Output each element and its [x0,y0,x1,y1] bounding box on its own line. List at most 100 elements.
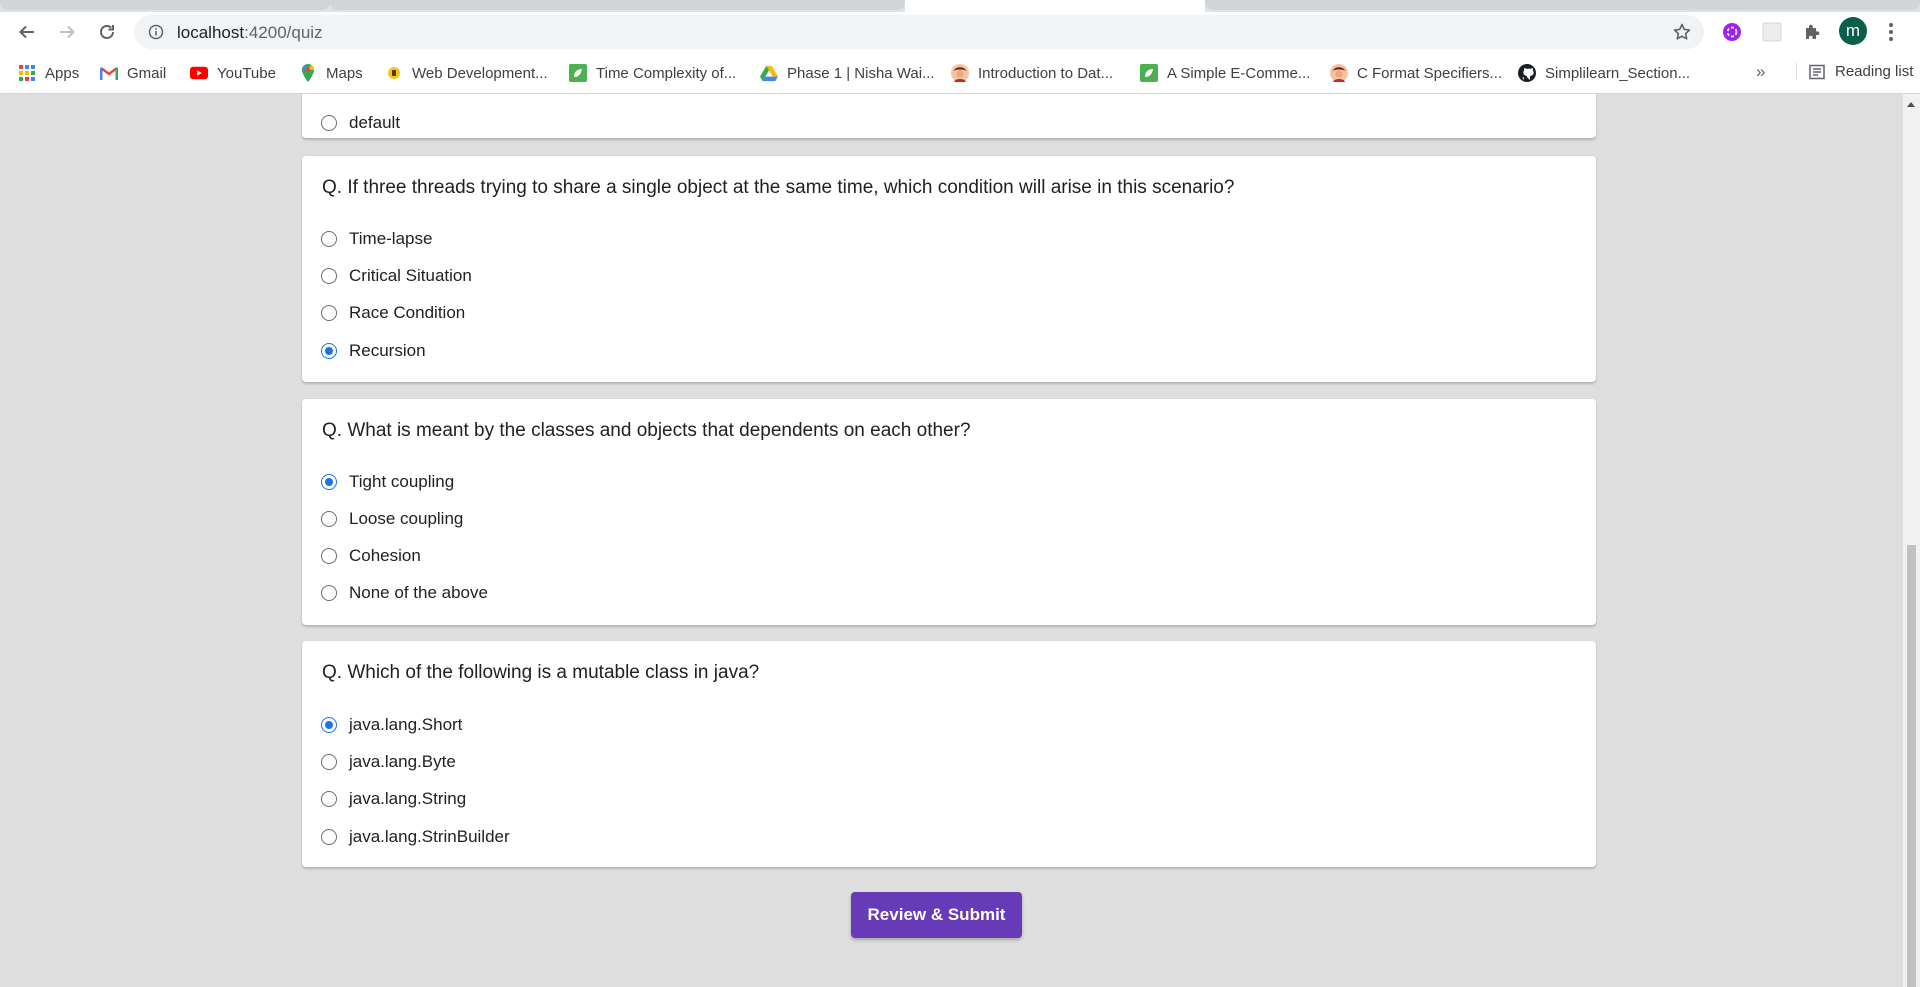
option-label: java.lang.StrinBuilder [349,827,510,846]
answer-option[interactable]: java.lang.Byte [321,750,456,774]
avatar-favicon-icon [951,64,969,82]
bookmark-phase-1[interactable]: Phase 1 | Nisha Wai... [760,63,935,83]
tab-left[interactable] [0,0,330,10]
tab-active[interactable] [905,0,1205,12]
bookmark-label: Phase 1 | Nisha Wai... [787,64,935,82]
question-card: Q. If three threads trying to share a si… [302,156,1596,382]
answer-option[interactable]: Time-lapse [321,227,432,251]
avatar-favicon-icon [1330,64,1348,82]
reading-list-label: Reading list [1835,63,1914,80]
answer-option[interactable]: java.lang.StrinBuilder [321,825,510,849]
question-card: Q. Which of the following is a mutable c… [302,641,1596,867]
question-card: Q. What is meant by the classes and obje… [302,399,1596,625]
forward-button[interactable] [51,16,83,48]
url-path: :4200/quiz [244,23,323,42]
answer-option[interactable]: Loose coupling [321,507,463,531]
extension-purple[interactable] [1720,20,1744,44]
url-text[interactable]: localhost:4200/quiz [177,23,323,43]
radio-button-selected[interactable] [321,343,337,359]
address-bar[interactable]: localhost:4200/quiz [134,15,1704,49]
bookmark-youtube[interactable]: YouTube [190,63,276,83]
leaf-icon [569,64,587,82]
option-label: Critical Situation [349,266,472,285]
reload-icon [100,25,114,39]
option-label: None of the above [349,583,488,602]
bookmark-introduction[interactable]: Introduction to Dat... [951,63,1113,83]
leaf-icon [1140,64,1158,82]
tab-strip [0,0,1920,12]
radio-button[interactable] [321,511,337,527]
answer-option[interactable]: None of the above [321,581,488,605]
profile-avatar[interactable]: m [1839,17,1867,45]
bookmark-time-complexity[interactable]: Time Complexity of... [569,63,736,83]
answer-option[interactable]: java.lang.String [321,787,466,811]
bookmark-web-development[interactable]: Web Development... [385,63,548,83]
github-icon [1518,64,1536,82]
bookmark-apps[interactable]: Apps [18,63,79,83]
tab-previous[interactable] [330,0,905,10]
radio-button[interactable] [321,548,337,564]
bookmark-site-icon [385,64,403,82]
answer-option[interactable]: Cohesion [321,544,421,568]
radio-button[interactable] [321,791,337,807]
bookmark-label: Introduction to Dat... [978,64,1114,82]
radio-button[interactable] [321,754,337,770]
bookmark-label: Time Complexity of... [596,64,737,82]
scrollbar-thumb[interactable] [1907,545,1916,987]
option-label: Cohesion [349,546,421,565]
extension-purple-icon [1723,23,1741,41]
radio-button[interactable] [321,585,337,601]
extension-blank[interactable] [1760,20,1784,44]
site-info-icon[interactable] [148,24,164,40]
page-viewport: default Q. If three threads trying to sh… [0,94,1903,987]
apps-grid-icon [18,64,36,82]
reading-list-button[interactable]: Reading list [1796,63,1913,80]
answer-option[interactable]: Recursion [321,339,426,363]
option-label: Time-lapse [349,229,433,248]
radio-button-selected[interactable] [321,474,337,490]
bookmark-label: Gmail [127,64,167,82]
radio-button[interactable] [321,305,337,321]
review-submit-button[interactable]: Review & Submit [851,892,1022,938]
option-label: Race Condition [349,303,466,322]
bookmark-simplilearn[interactable]: Simplilearn_Section... [1518,63,1690,83]
option-label: Tight coupling [349,472,455,491]
bookmark-gmail[interactable]: Gmail [100,63,166,83]
extension-placeholder-icon [1762,22,1782,42]
answer-option[interactable]: java.lang.Short [321,713,462,737]
radio-button[interactable] [321,115,337,131]
browser-toolbar: localhost:4200/quiz m [0,12,1920,52]
bookmark-label: Web Development... [412,64,548,82]
answer-option[interactable]: Critical Situation [321,264,472,288]
gmail-icon [100,64,118,82]
bookmarks-bar: Apps Gmail YouTube Maps Web Development.… [0,52,1920,94]
bookmark-label: YouTube [217,64,276,82]
page-scrollbar[interactable] [1903,94,1920,987]
radio-button[interactable] [321,829,337,845]
radio-button[interactable] [321,231,337,247]
reload-button[interactable] [91,16,123,48]
more-bookmarks-button[interactable]: » [1756,62,1765,82]
answer-option[interactable]: default [321,111,400,135]
puzzle-piece-icon [1806,24,1820,39]
browser-menu-icon[interactable] [1883,20,1899,44]
question-card-partial: default [302,94,1596,138]
reading-list-icon [1809,64,1825,79]
url-host: localhost [177,23,245,42]
bookmark-label: Apps [45,64,80,82]
extensions-menu[interactable] [1800,20,1824,44]
radio-button-selected[interactable] [321,717,337,733]
bookmark-c-format[interactable]: C Format Specifiers... [1330,63,1502,83]
scroll-up-arrow-icon[interactable] [1907,102,1915,107]
tab-next[interactable] [1205,0,1920,10]
bookmark-ecommerce[interactable]: A Simple E-Comme... [1140,63,1310,83]
bookmark-star-icon[interactable] [1672,22,1692,42]
option-label: java.lang.String [349,789,467,808]
radio-button[interactable] [321,268,337,284]
question-text: Q. If three threads trying to share a si… [322,177,1235,198]
answer-option[interactable]: Tight coupling [321,470,454,494]
answer-option[interactable]: Race Condition [321,301,465,325]
bookmark-maps[interactable]: Maps [299,63,363,83]
back-button[interactable] [11,16,43,48]
bookmark-label: Maps [326,64,363,82]
